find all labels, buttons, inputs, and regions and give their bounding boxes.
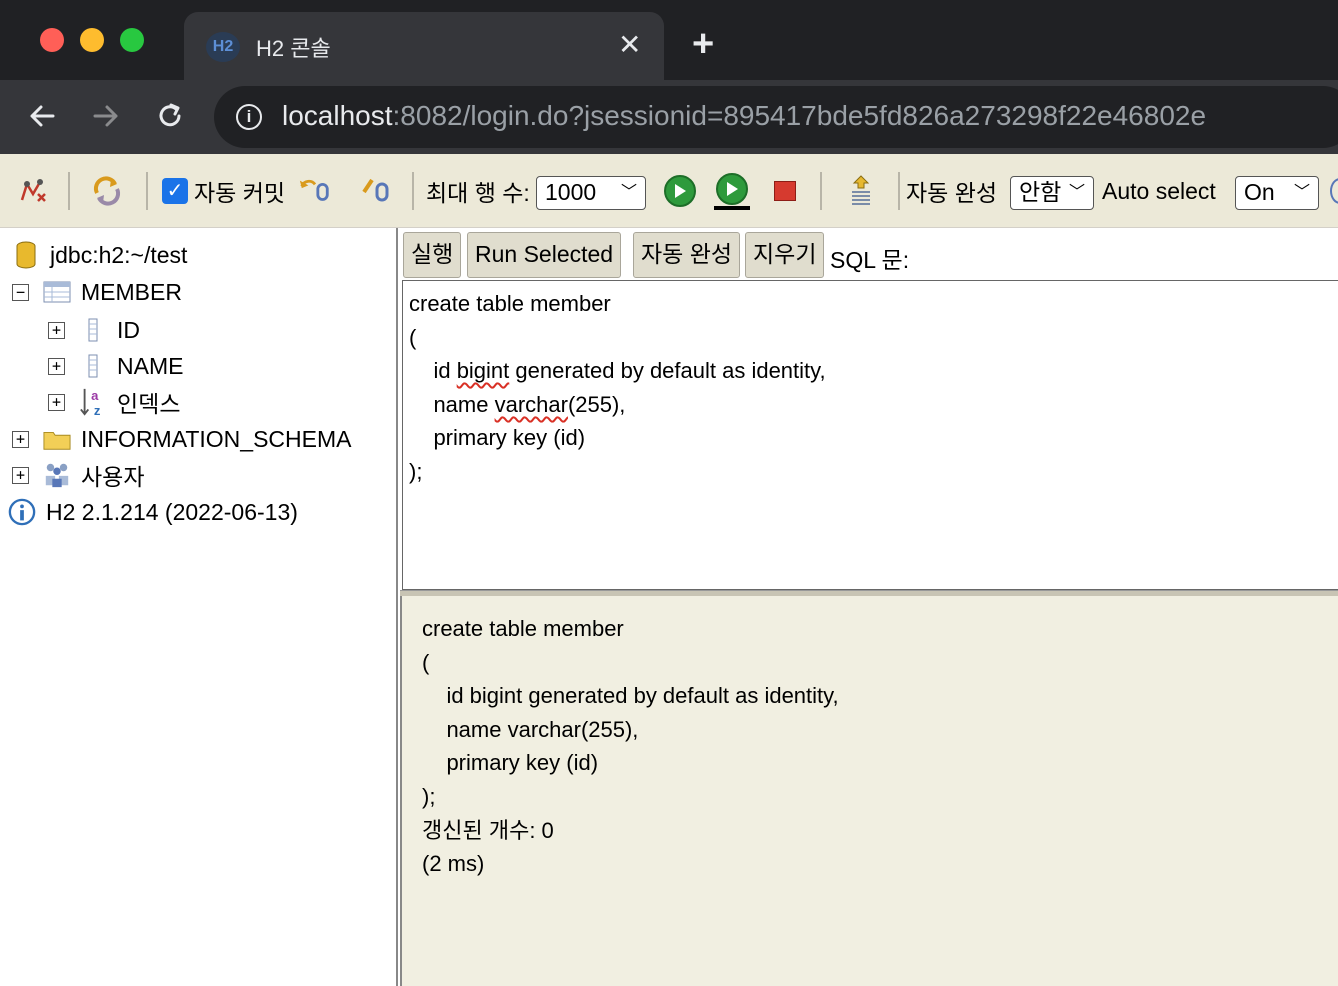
autocommit-checkbox[interactable]: ✓: [162, 178, 188, 204]
browser-tab[interactable]: H2 H2 콘솔 ✕: [184, 12, 664, 80]
h2-favicon-icon: H2: [206, 32, 240, 62]
tree-users[interactable]: + 사용자: [12, 457, 144, 493]
chevron-down-icon: ﹀: [1068, 184, 1085, 201]
tree-table-member[interactable]: − MEMBER: [12, 274, 182, 310]
close-window-button[interactable]: [40, 28, 64, 52]
query-panel: 실행 Run Selected 자동 완성 지우기 SQL 문: create …: [400, 228, 1338, 986]
browser-address-bar: i localhost:8082/login.do?jsessionid=895…: [0, 80, 1338, 154]
rollback-icon[interactable]: [298, 154, 332, 228]
run-selected-icon[interactable]: [714, 154, 750, 228]
autocomplete-label: 자동 완성: [906, 180, 998, 206]
minimize-window-button[interactable]: [80, 28, 104, 52]
maximize-window-button[interactable]: [120, 28, 144, 52]
autocomplete-button[interactable]: 자동 완성: [633, 232, 741, 278]
max-rows-label: 최대 행 수:: [426, 180, 530, 206]
info-icon: [8, 497, 36, 527]
run-selected-button[interactable]: Run Selected: [467, 232, 622, 278]
sql-editor-text: create table member ( id bigint generate…: [409, 291, 826, 484]
tree-schema[interactable]: + INFORMATION_SCHEMA: [12, 421, 351, 457]
history-icon[interactable]: [844, 154, 878, 228]
browser-tab-bar: H2 H2 콘솔 ✕ +: [0, 0, 1338, 80]
svg-text:z: z: [94, 403, 101, 418]
users-icon: [43, 460, 71, 490]
expand-icon[interactable]: +: [12, 466, 29, 484]
collapse-icon[interactable]: −: [12, 283, 29, 301]
max-rows-select[interactable]: 1000 ﹀: [536, 176, 646, 210]
tree-version: H2 2.1.214 (2022-06-13): [8, 494, 298, 530]
forward-arrow-icon[interactable]: [84, 94, 128, 138]
sort-az-icon: az: [79, 387, 107, 418]
chevron-down-icon: ﹀: [620, 184, 637, 201]
chevron-down-icon: ﹀: [1293, 184, 1310, 201]
sql-editor[interactable]: create table member ( id bigint generate…: [402, 280, 1338, 590]
tree-indexes[interactable]: + az 인덱스: [48, 384, 180, 420]
folder-icon: [43, 424, 71, 454]
expand-icon[interactable]: +: [12, 430, 29, 448]
schema-tree: jdbc:h2:~/test − MEMBER + ID + NAME + az…: [0, 228, 398, 986]
autocommit-label: 자동 커밋: [194, 180, 286, 206]
sql-statement-label: SQL 문:: [830, 247, 910, 273]
column-icon: [79, 351, 107, 381]
autocommit-toggle[interactable]: ✓ 자동 커밋: [162, 154, 285, 228]
site-info-icon[interactable]: i: [236, 104, 262, 130]
tree-column-name[interactable]: + NAME: [48, 348, 183, 384]
reload-icon[interactable]: [148, 94, 192, 138]
new-tab-icon[interactable]: +: [692, 22, 714, 66]
database-icon: [12, 240, 40, 270]
url-field[interactable]: i localhost:8082/login.do?jsessionid=895…: [214, 86, 1338, 148]
commit-icon[interactable]: [360, 154, 394, 228]
url-text: localhost:8082/login.do?jsessionid=89541…: [282, 100, 1207, 131]
result-text: create table member ( id bigint generate…: [422, 616, 839, 877]
autocomplete-select[interactable]: 안함 ﹀: [1010, 176, 1094, 210]
tree-connection[interactable]: jdbc:h2:~/test: [12, 237, 187, 273]
disconnect-icon[interactable]: [16, 154, 50, 228]
tree-column-id[interactable]: + ID: [48, 312, 140, 348]
autoselect-select[interactable]: On ﹀: [1235, 176, 1319, 210]
stop-icon[interactable]: [774, 154, 796, 228]
run-icon[interactable]: [664, 154, 696, 228]
expand-icon[interactable]: +: [48, 321, 65, 339]
expand-icon[interactable]: +: [48, 393, 65, 411]
back-arrow-icon[interactable]: [20, 94, 64, 138]
refresh-icon[interactable]: [90, 154, 124, 228]
run-button[interactable]: 실행: [403, 232, 462, 278]
column-icon: [79, 315, 107, 345]
tab-close-icon[interactable]: ✕: [618, 28, 641, 62]
expand-icon[interactable]: +: [48, 357, 65, 375]
autoselect-label: Auto select: [1102, 177, 1216, 204]
table-icon: [43, 277, 71, 307]
help-icon[interactable]: [1330, 154, 1338, 228]
h2-toolbar: ✓ 자동 커밋 최대 행 수: 1000 ﹀ 자동 완성 안함 ﹀ Auto s…: [0, 154, 1338, 228]
tab-title: H2 콘솔: [256, 36, 331, 61]
svg-text:a: a: [91, 388, 99, 403]
clear-button[interactable]: 지우기: [745, 232, 825, 278]
result-panel: create table member ( id bigint generate…: [400, 596, 1338, 986]
query-button-bar: 실행 Run Selected 자동 완성 지우기 SQL 문:: [400, 228, 1338, 282]
